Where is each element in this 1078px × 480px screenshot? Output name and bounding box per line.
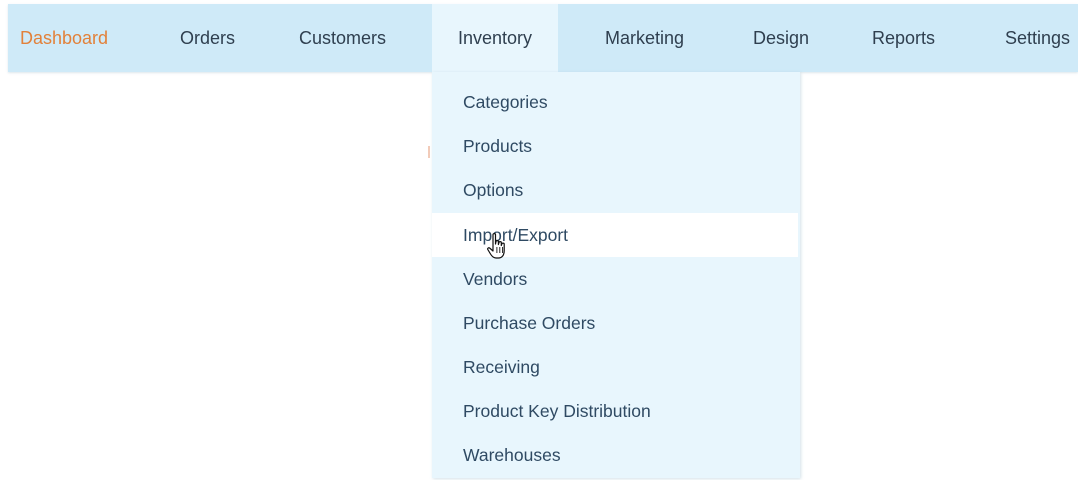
menu-item-warehouses[interactable]: Warehouses — [432, 433, 798, 477]
menu-item-vendors[interactable]: Vendors — [432, 257, 798, 301]
menu-item-products[interactable]: Products — [432, 124, 798, 168]
inventory-dropdown-menu: Categories Products Options Import/Expor… — [432, 72, 800, 478]
nav-item-inventory[interactable]: Inventory — [432, 4, 559, 72]
nav-item-customers[interactable]: Customers — [299, 4, 386, 72]
menu-item-import-export[interactable]: Import/Export — [432, 213, 798, 257]
menu-item-categories[interactable]: Categories — [432, 80, 798, 124]
nav-item-design[interactable]: Design — [753, 4, 809, 72]
menu-item-receiving[interactable]: Receiving — [432, 345, 798, 389]
main-navbar: Dashboard Orders Customers Inventory Mar… — [8, 4, 1078, 72]
nav-item-dashboard[interactable]: Dashboard — [20, 4, 108, 72]
menu-item-options[interactable]: Options — [432, 168, 798, 212]
menu-item-product-key-distribution[interactable]: Product Key Distribution — [432, 389, 798, 433]
background-artifact — [428, 146, 430, 158]
page: Dashboard Orders Customers Inventory Mar… — [0, 0, 1078, 480]
nav-item-settings[interactable]: Settings — [1005, 4, 1070, 72]
menu-item-purchase-orders[interactable]: Purchase Orders — [432, 301, 798, 345]
nav-item-marketing[interactable]: Marketing — [605, 4, 684, 72]
nav-item-reports[interactable]: Reports — [872, 4, 935, 72]
nav-item-orders[interactable]: Orders — [180, 4, 235, 72]
